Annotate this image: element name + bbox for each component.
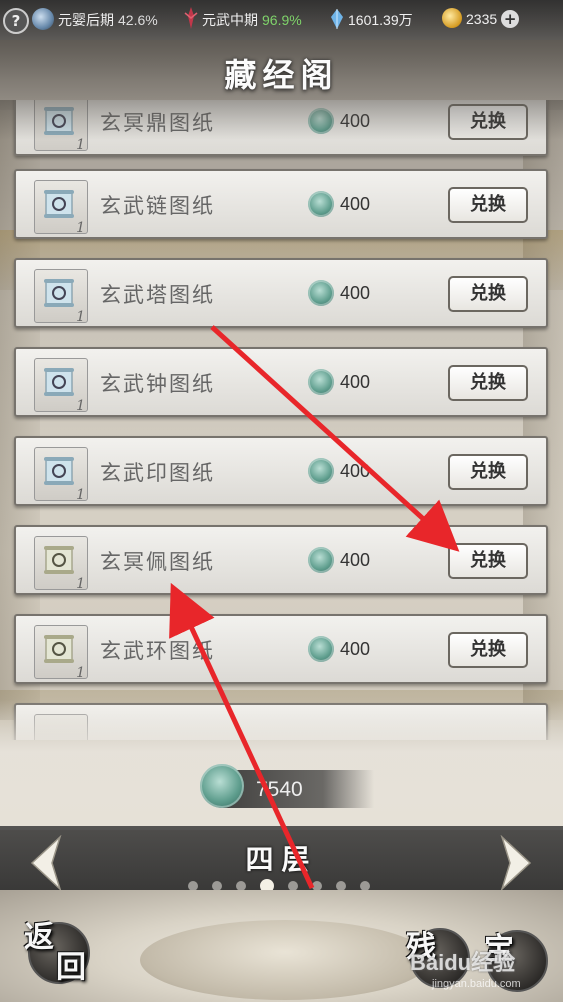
cultivation-realm-2[interactable]: 元武中期 96.9% xyxy=(184,7,302,30)
list-item: 1 玄武印图纸 400 兑换 xyxy=(14,436,548,506)
jade-token-icon xyxy=(308,636,334,662)
list-item-partial xyxy=(14,703,548,740)
floor-label: 四层 xyxy=(245,843,318,876)
list-item: 1 玄武链图纸 400 兑换 xyxy=(14,169,548,239)
blueprint-scroll-icon xyxy=(44,457,74,485)
item-name: 玄武链图纸 xyxy=(100,194,215,218)
gold-value: 2335 xyxy=(466,11,498,27)
status-bar: ? 元婴后期 42.6% 元武中期 96.9% 1601.39万 2335 + xyxy=(0,0,563,40)
page-title: 藏经阁 xyxy=(224,56,339,94)
item-slot[interactable]: 1 xyxy=(34,536,88,592)
spirit-stone-value: 1601.39万 xyxy=(348,12,413,28)
item-name: 玄武印图纸 xyxy=(100,461,215,485)
list-item: 1 玄冥佩图纸 400 兑换 xyxy=(14,525,548,595)
item-name: 玄武塔图纸 xyxy=(100,283,215,307)
item-cost: 400 xyxy=(308,280,370,306)
exchange-button[interactable]: 兑换 xyxy=(448,454,528,490)
gold-coin-icon xyxy=(442,8,462,28)
gold-counter[interactable]: 2335 + xyxy=(442,8,520,28)
realm-1-label: 元婴后期 xyxy=(58,12,114,28)
item-slot[interactable]: 1 xyxy=(34,625,88,681)
exchange-button[interactable]: 兑换 xyxy=(448,104,528,140)
item-cost: 400 xyxy=(308,636,370,662)
currency-balance: 7540 xyxy=(200,764,374,808)
blueprint-scroll-icon xyxy=(44,279,74,307)
list-item: 1 玄武环图纸 400 兑换 xyxy=(14,614,548,684)
item-count: 1 xyxy=(76,398,85,414)
back-label-2: 回 xyxy=(56,950,86,985)
jade-token-icon xyxy=(200,764,244,808)
item-cost-value: 400 xyxy=(340,371,371,392)
jade-token-icon xyxy=(308,547,334,573)
blueprint-scroll-icon xyxy=(44,635,74,663)
item-count: 1 xyxy=(76,665,85,681)
spirit-stone-counter[interactable]: 1601.39万 xyxy=(330,8,413,30)
exchange-button[interactable]: 兑换 xyxy=(448,276,528,312)
item-name: 玄武钟图纸 xyxy=(100,372,215,396)
item-cost-value: 400 xyxy=(340,638,371,659)
item-cost-value: 400 xyxy=(340,460,371,481)
jade-token-icon xyxy=(308,369,334,395)
item-slot[interactable]: 1 xyxy=(34,100,88,153)
altar-platform xyxy=(140,920,430,1000)
realm-2-label: 元武中期 xyxy=(202,12,258,28)
spirit-stone-icon xyxy=(331,8,343,29)
add-gold-button[interactable]: + xyxy=(501,10,520,28)
item-cost-value: 400 xyxy=(340,549,371,570)
jade-token-icon xyxy=(308,108,334,134)
watermark-url: jingyan.baidu.com xyxy=(432,978,521,990)
item-cost: 400 xyxy=(308,547,370,573)
blueprint-scroll-icon xyxy=(44,190,74,218)
list-item: 1 玄武塔图纸 400 兑换 xyxy=(14,258,548,328)
item-count: 1 xyxy=(76,487,85,503)
jade-token-icon xyxy=(308,280,334,306)
realm-2-percent: 96.9% xyxy=(262,12,302,28)
exchange-list[interactable]: 1 玄冥鼎图纸 400 兑换 1 玄武链图纸 400 兑换 1 玄武塔图纸 40… xyxy=(0,100,563,740)
item-name: 玄武环图纸 xyxy=(100,639,215,663)
cultivation-realm-1[interactable]: 元婴后期 42.6% xyxy=(32,7,158,30)
item-cost-value: 400 xyxy=(340,110,371,131)
item-cost-value: 400 xyxy=(340,193,371,214)
yuanwu-icon xyxy=(184,7,198,29)
item-count: 1 xyxy=(76,137,85,153)
item-slot[interactable]: 1 xyxy=(34,447,88,503)
item-slot[interactable]: 1 xyxy=(34,269,88,325)
item-cost: 400 xyxy=(308,191,370,217)
item-count: 1 xyxy=(76,576,85,592)
item-slot[interactable]: 1 xyxy=(34,358,88,414)
yuanying-icon xyxy=(32,7,54,30)
jade-token-icon xyxy=(308,191,334,217)
item-slot[interactable] xyxy=(34,714,88,740)
blueprint-scroll-icon xyxy=(44,368,74,396)
item-count: 1 xyxy=(76,309,85,325)
item-cost-value: 400 xyxy=(340,282,371,303)
realm-1-percent: 42.6% xyxy=(118,12,158,28)
blueprint-scroll-icon xyxy=(44,107,74,135)
balance-value: 7540 xyxy=(256,778,303,801)
blueprint-scroll-icon xyxy=(44,546,74,574)
item-slot[interactable]: 1 xyxy=(34,180,88,236)
jade-token-icon xyxy=(308,458,334,484)
help-button[interactable]: ? xyxy=(3,8,29,34)
item-count: 1 xyxy=(76,220,85,236)
item-name: 玄冥鼎图纸 xyxy=(100,111,215,135)
item-cost: 400 xyxy=(308,369,370,395)
exchange-button[interactable]: 兑换 xyxy=(448,187,528,223)
item-cost: 400 xyxy=(308,458,370,484)
exchange-button[interactable]: 兑换 xyxy=(448,543,528,579)
exchange-button[interactable]: 兑换 xyxy=(448,632,528,668)
list-item: 1 玄冥鼎图纸 400 兑换 xyxy=(14,100,548,156)
watermark: Baidu经验 xyxy=(410,950,516,975)
next-floor-arrow-icon[interactable] xyxy=(498,835,534,891)
item-cost: 400 xyxy=(308,108,370,134)
item-name: 玄冥佩图纸 xyxy=(100,550,215,574)
list-item: 1 玄武钟图纸 400 兑换 xyxy=(14,347,548,417)
back-label-1: 返 xyxy=(24,920,54,955)
exchange-button[interactable]: 兑换 xyxy=(448,365,528,401)
